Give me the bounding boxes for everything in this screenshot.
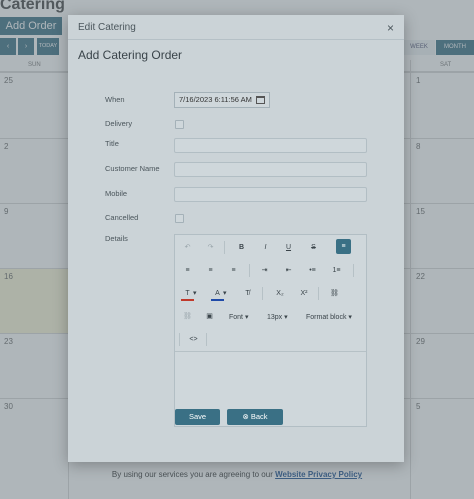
customer-name-input[interactable] — [174, 162, 367, 177]
font-size-label: 13px — [267, 314, 283, 321]
when-value: 7/16/2023 6:11:56 AM — [179, 95, 252, 104]
mobile-input[interactable] — [174, 187, 367, 202]
code-view-icon[interactable]: <> — [187, 335, 200, 345]
details-label: Details — [105, 234, 128, 243]
font-dropdown[interactable]: Font ▾ — [229, 313, 248, 321]
save-button[interactable]: Save — [175, 409, 220, 425]
delivery-checkbox[interactable] — [175, 120, 184, 129]
underline-button[interactable]: U — [282, 243, 295, 253]
edit-catering-modal: Edit Catering × Add Catering Order When … — [68, 15, 404, 462]
align-right-icon[interactable]: ≡ — [204, 266, 217, 276]
back-button[interactable]: ⊗ Back — [227, 409, 283, 425]
when-datetime-input[interactable]: 7/16/2023 6:11:56 AM — [174, 92, 270, 108]
image-icon[interactable]: ▣ — [203, 312, 216, 322]
clear-format-icon[interactable]: T̸ — [241, 289, 254, 299]
editor-toolbar-row: ⛓ ▣ Font ▾ 13px ▾ Format block ▾ — [175, 306, 366, 329]
editor-toolbar-row: ≡ ≡ ≡ ⇥ ⇤ •≡ 1≡ — [175, 260, 366, 283]
mobile-label: Mobile — [105, 189, 128, 198]
title-input[interactable] — [174, 138, 367, 153]
bulleted-list-icon[interactable]: •≡ — [306, 266, 319, 276]
undo-icon[interactable]: ↶ — [181, 243, 194, 253]
format-block-dropdown[interactable]: Format block ▾ — [306, 313, 352, 321]
unlink-icon[interactable]: ⛓ — [181, 312, 194, 322]
close-icon[interactable]: × — [387, 21, 394, 35]
italic-button[interactable]: I — [259, 243, 272, 253]
editor-toolbar-row: <> — [175, 329, 366, 352]
superscript-button[interactable]: X² — [296, 289, 312, 299]
calendar-icon[interactable] — [256, 96, 265, 104]
align-left-button[interactable]: ≡ — [336, 239, 351, 254]
delivery-label: Delivery — [105, 119, 133, 128]
outdent-icon[interactable]: ⇤ — [282, 266, 295, 276]
numbered-list-icon[interactable]: 1≡ — [330, 266, 343, 276]
modal-title: Edit Catering — [78, 22, 136, 33]
editor-toolbar-row: ↶ ↷ B I U S ≡ — [175, 237, 366, 260]
cancelled-label: Cancelled — [105, 213, 139, 222]
subscript-button[interactable]: X₂ — [272, 289, 288, 299]
redo-icon[interactable]: ↷ — [204, 243, 217, 253]
details-rich-text-editor: ↶ ↷ B I U S ≡ ≡ ≡ ≡ ⇥ ⇤ •≡ 1≡ T ▾ A ▾ T̸ — [174, 234, 367, 427]
format-block-label: Format block — [306, 314, 347, 321]
form-title: Add Catering Order — [78, 48, 183, 62]
editor-toolbar-row: T ▾ A ▾ T̸ X₂ X² ⛓ — [175, 283, 366, 306]
cancelled-checkbox[interactable] — [175, 214, 184, 223]
font-size-dropdown[interactable]: 13px ▾ — [267, 313, 288, 321]
highlight-color-dropdown[interactable]: ▾ — [223, 289, 227, 297]
strikethrough-button[interactable]: S — [307, 243, 320, 253]
text-color-dropdown[interactable]: ▾ — [193, 289, 197, 297]
indent-icon[interactable]: ⇥ — [258, 266, 271, 276]
justify-icon[interactable]: ≡ — [227, 266, 240, 276]
back-label: Back — [250, 412, 268, 421]
back-icon: ⊗ — [242, 412, 249, 421]
modal-header: Edit Catering × — [68, 15, 404, 40]
align-center-icon[interactable]: ≡ — [181, 266, 194, 276]
font-dropdown-label: Font — [229, 314, 244, 321]
bold-button[interactable]: B — [235, 243, 248, 253]
when-label: When — [105, 95, 125, 104]
link-icon[interactable]: ⛓ — [328, 289, 341, 299]
customer-name-label: Customer Name — [105, 164, 160, 173]
title-label: Title — [105, 139, 119, 148]
